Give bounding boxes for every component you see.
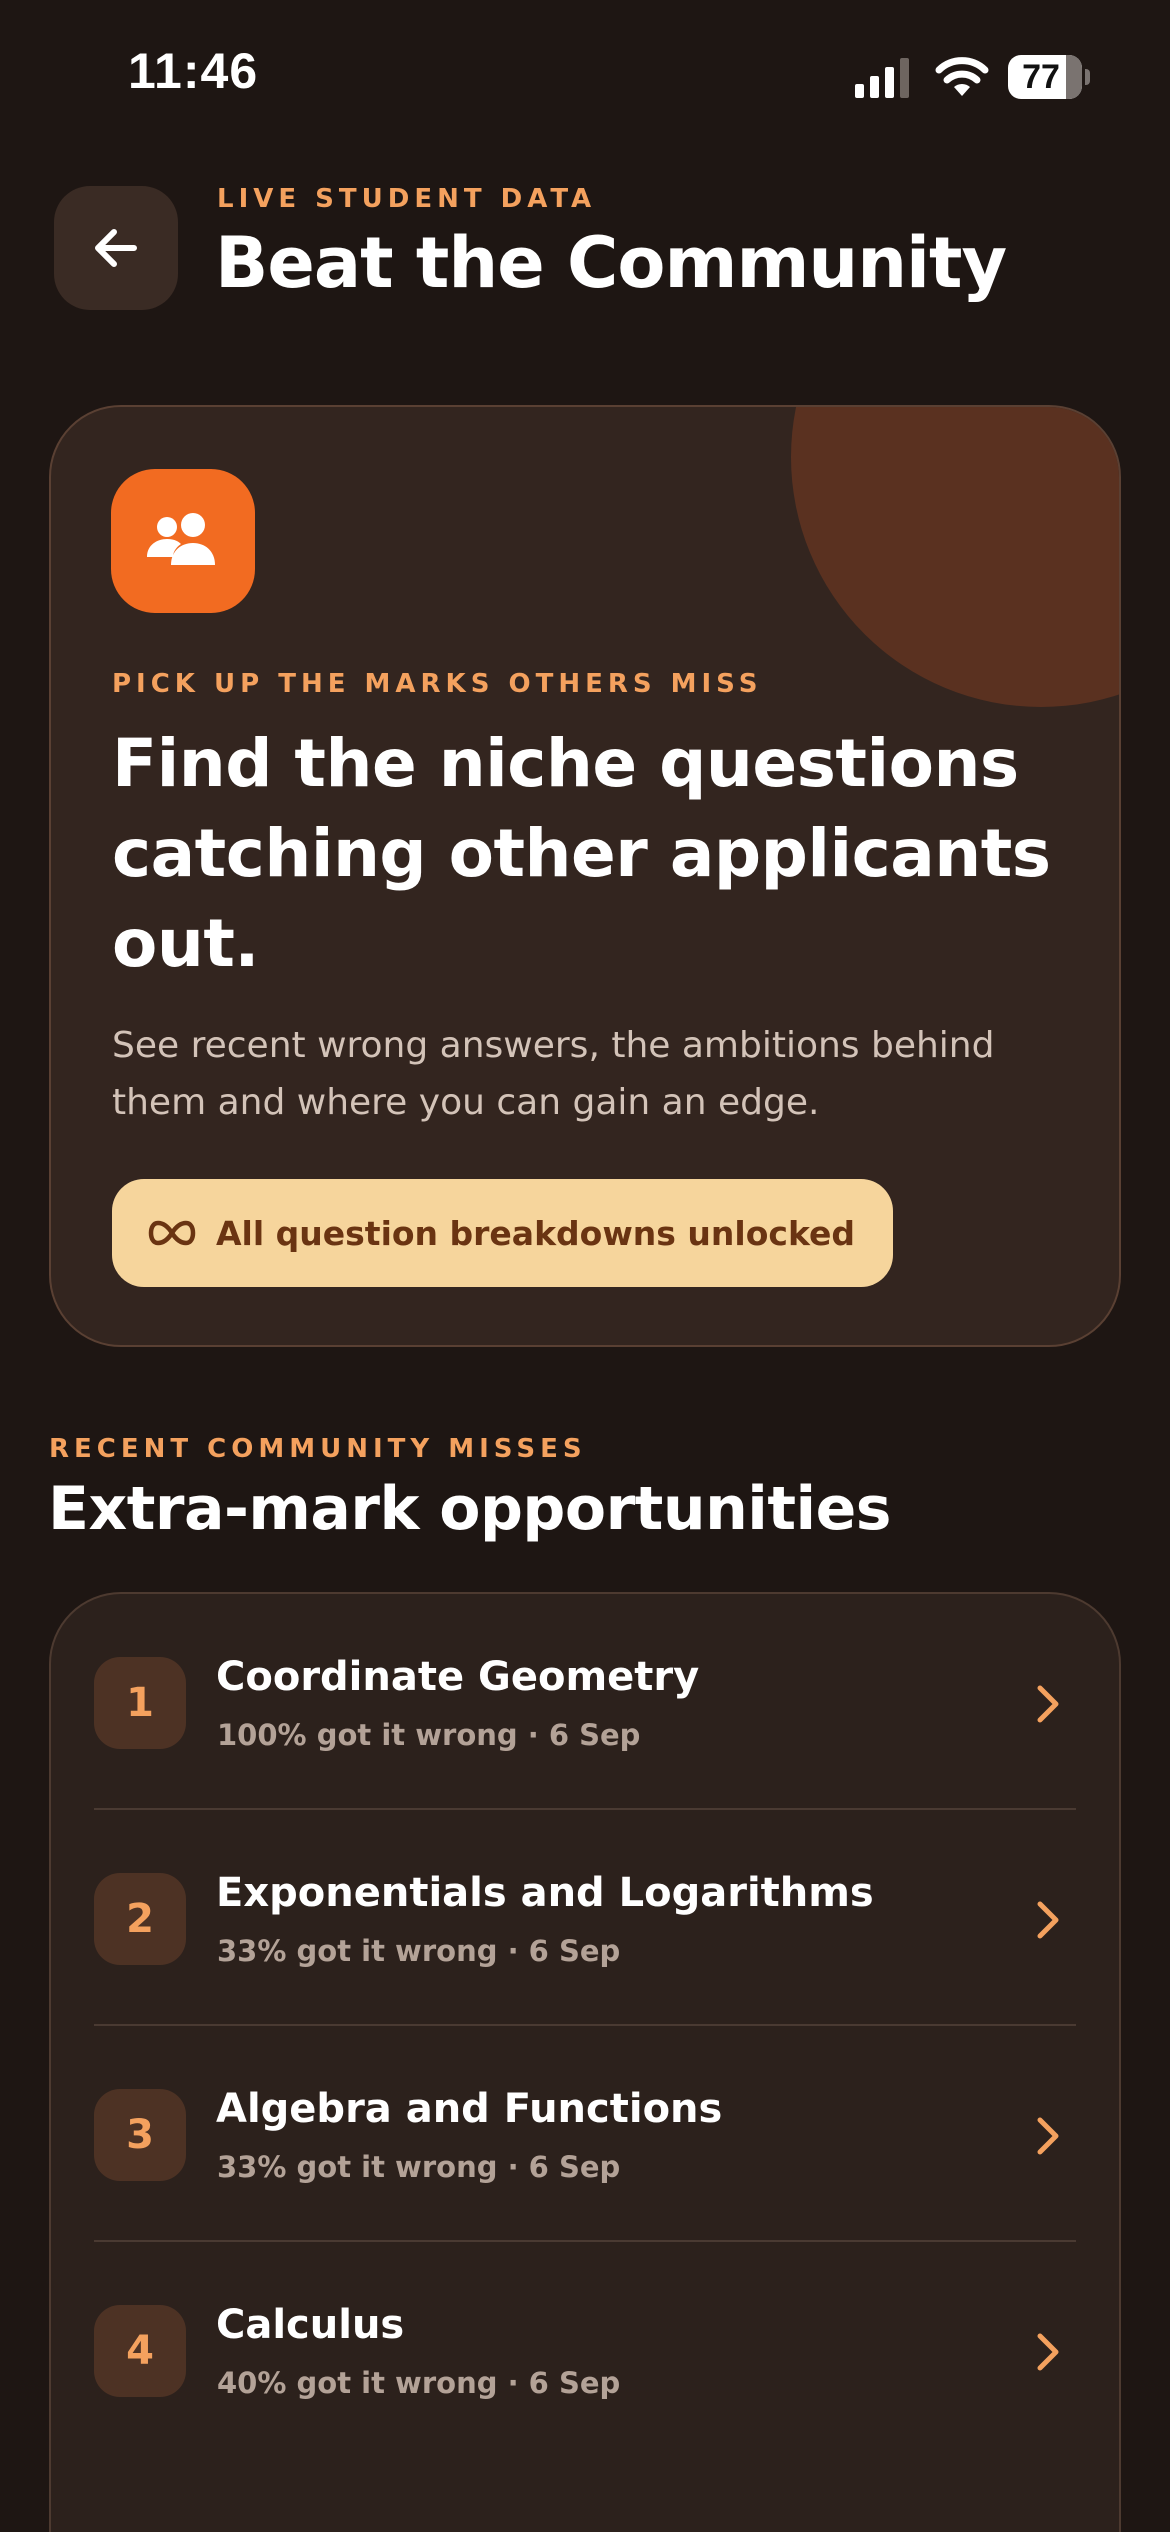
topic-meta: 100% got it wrong · 6 Sep: [217, 1718, 641, 1752]
unlock-label: All question breakdowns unlocked: [216, 1213, 856, 1253]
hero-icon-tile: [111, 469, 255, 613]
unlock-status-badge: All question breakdowns unlocked: [112, 1179, 894, 1287]
topic-title: Algebra and Functions: [216, 2086, 723, 2132]
status-time: 11:46: [128, 43, 259, 99]
list-item[interactable]: 4 Calculus 40% got it wrong · 6 Sep: [51, 2242, 1119, 2458]
chevron-right-icon: [1037, 2333, 1059, 2371]
topic-title: Calculus: [216, 2302, 405, 2348]
opportunities-list: 1 Coordinate Geometry 100% got it wrong …: [49, 1592, 1121, 2532]
rank-badge: 2: [94, 1873, 186, 1965]
section-eyebrow: RECENT COMMUNITY MISSES: [49, 1434, 587, 1464]
rank-badge: 1: [94, 1657, 186, 1749]
cellular-signal-icon: [855, 58, 909, 98]
status-bar: 11:46 77: [0, 0, 1170, 150]
topic-meta: 40% got it wrong · 6 Sep: [217, 2366, 621, 2400]
wifi-icon: [935, 57, 989, 96]
topic-meta: 33% got it wrong · 6 Sep: [217, 2150, 621, 2184]
hero-card: PICK UP THE MARKS OTHERS MISS Find the n…: [49, 405, 1121, 1347]
decorative-circle: [791, 407, 1119, 707]
battery-level: 77: [1022, 58, 1060, 96]
hero-eyebrow: PICK UP THE MARKS OTHERS MISS: [112, 669, 763, 699]
section-title: Extra-mark opportunities: [48, 1474, 892, 1544]
topic-meta: 33% got it wrong · 6 Sep: [217, 1934, 621, 1968]
rank-badge: 3: [94, 2089, 186, 2181]
page-title: Beat the Community: [215, 222, 1007, 304]
back-button[interactable]: [54, 186, 178, 310]
list-item[interactable]: 3 Algebra and Functions 33% got it wrong…: [51, 2026, 1119, 2242]
infinity-icon: [148, 1220, 196, 1246]
chevron-right-icon: [1037, 1685, 1059, 1723]
list-item[interactable]: 1 Coordinate Geometry 100% got it wrong …: [51, 1594, 1119, 1810]
chevron-right-icon: [1037, 2117, 1059, 2155]
topic-title: Coordinate Geometry: [216, 1654, 700, 1700]
battery-indicator: 77: [1008, 55, 1090, 99]
header-eyebrow: LIVE STUDENT DATA: [217, 184, 597, 214]
users-icon: [147, 513, 215, 565]
rank-badge: 4: [94, 2305, 186, 2397]
list-item[interactable]: 2 Exponentials and Logarithms 33% got it…: [51, 1810, 1119, 2026]
hero-title: Find the niche questions catching other …: [112, 725, 1051, 982]
hero-description: See recent wrong answers, the ambitions …: [112, 1025, 995, 1123]
topic-title: Exponentials and Logarithms: [216, 1870, 874, 1916]
arrow-left-icon: [95, 229, 137, 267]
chevron-right-icon: [1037, 1901, 1059, 1939]
